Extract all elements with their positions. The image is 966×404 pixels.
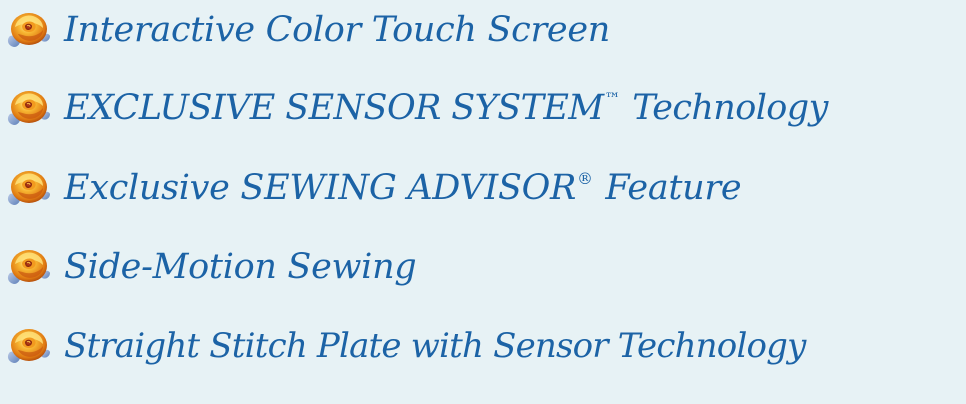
- rose-bullet-icon: [6, 326, 52, 366]
- feature-item: EXCLUSIVE SENSOR SYSTEM™ Technology: [6, 78, 828, 138]
- feature-item: Interactive Color Touch Screen: [6, 0, 610, 60]
- feature-label: Side-Motion Sewing: [64, 246, 417, 287]
- feature-label: EXCLUSIVE SENSOR SYSTEM: [64, 87, 604, 128]
- feature-list: Interactive Color Touch Screen EXCLUSIVE…: [0, 0, 966, 404]
- feature-text: Interactive Color Touch Screen: [64, 9, 610, 50]
- feature-item: Exclusive SEWING ADVISOR® Feature: [6, 158, 742, 218]
- rose-bullet-icon: [6, 88, 52, 128]
- feature-item: Straight Stitch Plate with Sensor Techno…: [6, 316, 806, 376]
- feature-label: Interactive Color Touch Screen: [64, 9, 610, 50]
- trademark-mark: ™: [604, 88, 621, 108]
- feature-text: Exclusive SEWING ADVISOR® Feature: [64, 167, 742, 208]
- feature-label: Straight Stitch Plate with Sensor Techno…: [64, 326, 806, 366]
- feature-item: Side-Motion Sewing: [6, 237, 417, 297]
- rose-bullet-icon: [6, 168, 52, 208]
- feature-text: EXCLUSIVE SENSOR SYSTEM™ Technology: [64, 87, 828, 128]
- feature-label: Exclusive SEWING ADVISOR: [64, 167, 577, 208]
- feature-text: Straight Stitch Plate with Sensor Techno…: [64, 329, 806, 363]
- rose-bullet-icon: [6, 247, 52, 287]
- feature-label-suffix: Feature: [594, 167, 742, 208]
- registered-mark: ®: [577, 168, 593, 188]
- feature-text: Side-Motion Sewing: [64, 246, 417, 287]
- rose-bullet-icon: [6, 10, 52, 50]
- feature-label-suffix: Technology: [621, 87, 828, 128]
